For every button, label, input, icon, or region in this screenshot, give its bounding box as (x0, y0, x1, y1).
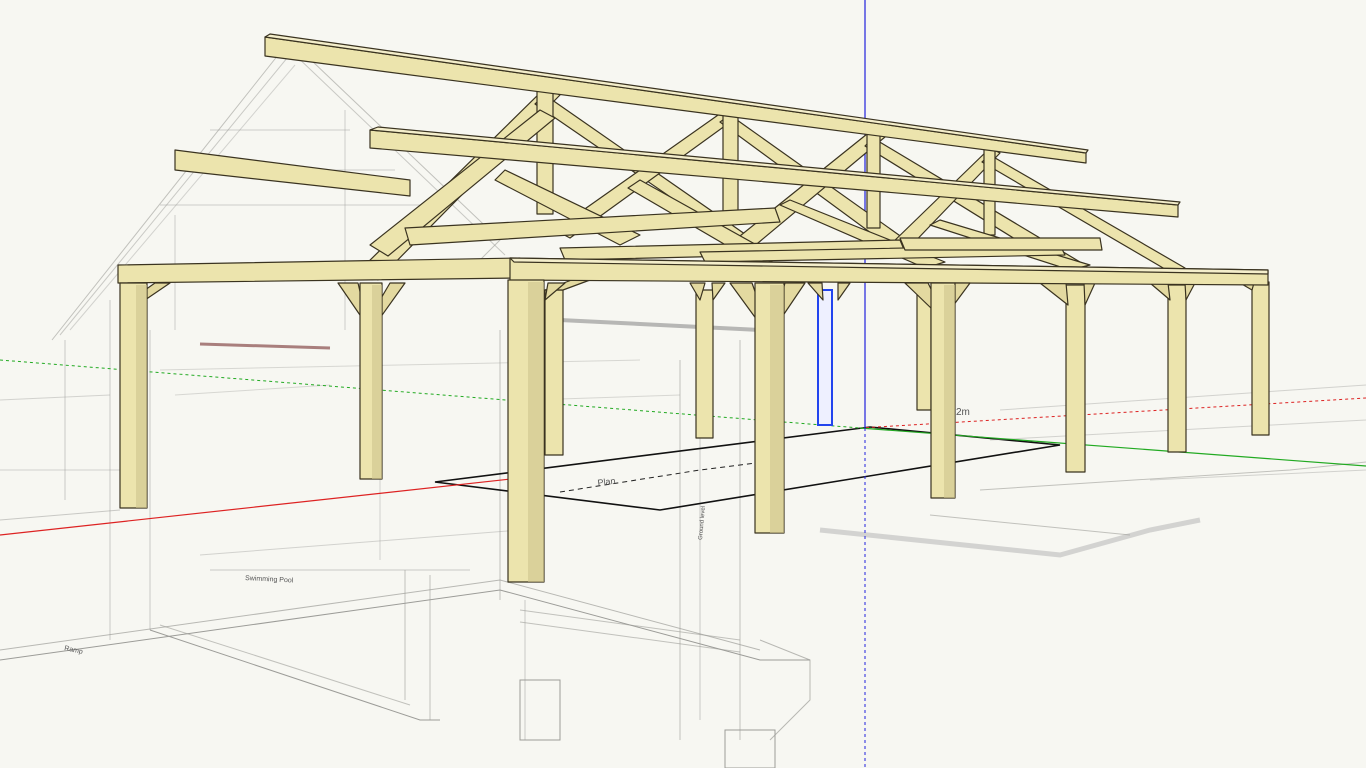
label-swimming-pool: Swimming Pool (245, 575, 294, 585)
red-axis (0, 477, 521, 536)
modeling-viewport[interactable]: Swimming Pool Plan Ramp 2m Ground level (0, 0, 1366, 768)
label-plan: Plan (597, 476, 616, 488)
post (1251, 281, 1270, 436)
post (1167, 284, 1187, 453)
back-posts (544, 281, 1270, 473)
label-ground-level: Ground level (698, 506, 707, 540)
timber-frame[interactable] (117, 33, 1270, 583)
purlin-left (174, 149, 411, 197)
scene-canvas[interactable]: Swimming Pool Plan Ramp 2m Ground level (0, 0, 1366, 768)
selected-post[interactable] (817, 289, 833, 426)
label-ramp: Ramp (64, 645, 84, 656)
wall-plate-left (117, 257, 521, 284)
post (544, 289, 564, 456)
purlin-front (369, 129, 1179, 218)
label-dimension: 2m (956, 407, 970, 418)
post (1065, 284, 1086, 473)
post (695, 289, 714, 439)
model-axes (0, 0, 1366, 768)
post (916, 289, 932, 411)
